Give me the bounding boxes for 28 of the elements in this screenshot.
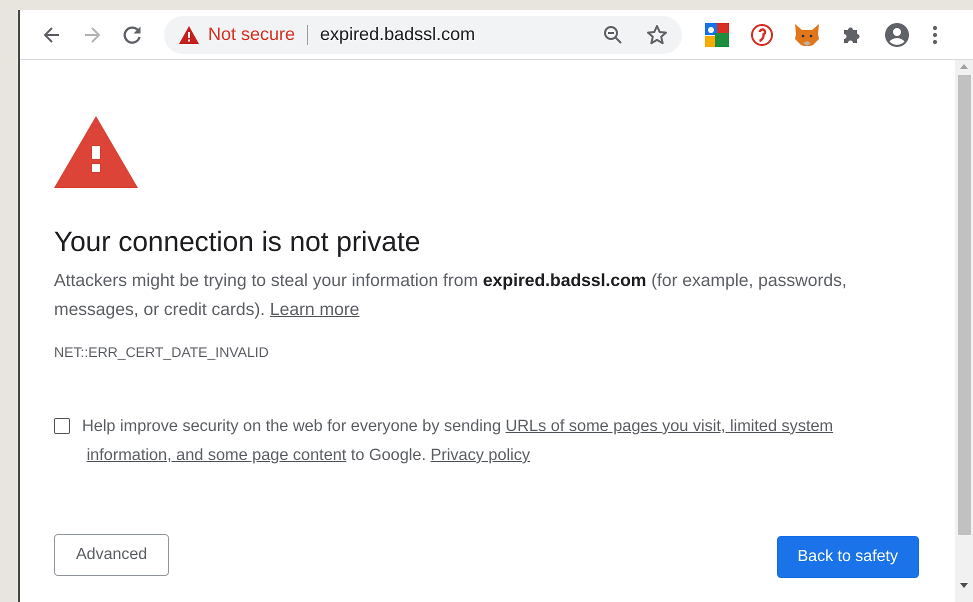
address-bar[interactable]: Not secure expired.badssl.com (164, 16, 682, 54)
menu-icon (932, 24, 938, 44)
back-to-safety-button[interactable]: Back to safety (776, 536, 919, 578)
checkbox[interactable] (54, 418, 70, 434)
scrollbar[interactable] (955, 60, 973, 602)
star-icon (646, 24, 668, 46)
url-text: expired.badssl.com (320, 24, 476, 45)
colored-tiles-icon (704, 22, 728, 46)
warning-paragraph: Attackers might be trying to steal your information from expired.badssl.com (for example, passwords, messages, or credit cards). Learn more (54, 266, 919, 324)
error-code: NET::ERR_CERT_DATE_INVALID (54, 344, 269, 360)
back-arrow-icon (42, 24, 62, 44)
scroll-down-icon[interactable] (960, 583, 968, 588)
security-label: Not secure (208, 24, 296, 45)
page-heading: Your connection is not private (54, 226, 420, 258)
comma-circle-icon (750, 22, 774, 46)
warning-icon (54, 116, 138, 188)
zoom-out-icon (603, 24, 623, 44)
avatar-icon (884, 22, 910, 48)
reload-icon (121, 24, 143, 46)
consent-text: Help improve security on the web for everyone by sending URLs of some pages you visit, limited system information, and some page content to Google. Privacy policy (82, 412, 872, 470)
link[interactable]: URLs of some pages you visit, limited system (506, 412, 834, 441)
warning-icon (178, 24, 200, 44)
fox-icon (794, 22, 820, 46)
link[interactable]: Learn more (270, 295, 360, 324)
link[interactable]: Privacy policy (430, 441, 530, 470)
link[interactable]: information, and some page content (86, 441, 346, 470)
forward-arrow-icon (82, 24, 102, 44)
advanced-button[interactable]: Advanced (54, 534, 170, 576)
